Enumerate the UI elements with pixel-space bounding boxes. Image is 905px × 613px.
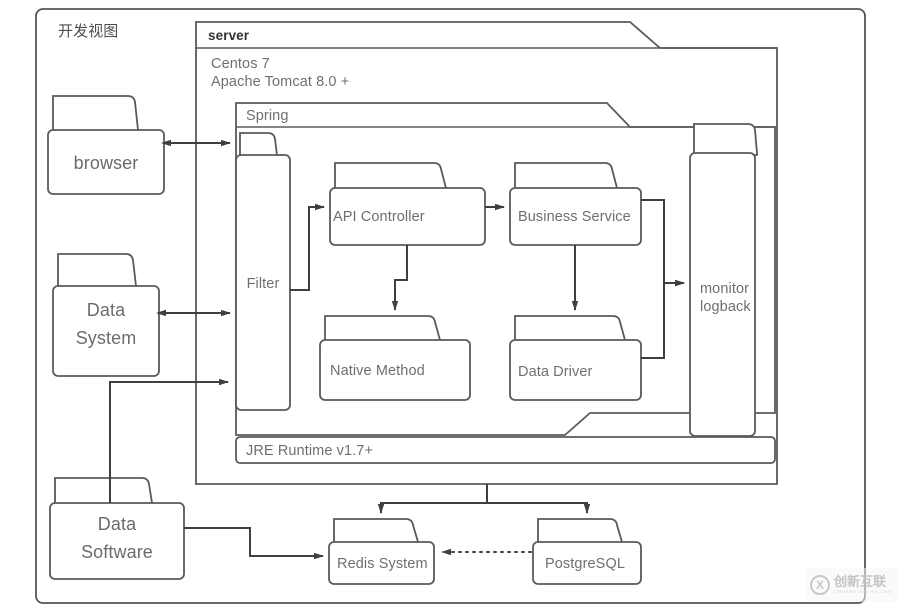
- watermark-text-group: 创新互联 CHUANG XIN HU LIAN: [834, 575, 892, 595]
- node-api-controller-label: API Controller: [333, 209, 425, 225]
- node-filter: [235, 132, 291, 411]
- server-line-centos: Centos 7: [211, 56, 270, 72]
- spring-container-label: Spring: [246, 108, 289, 124]
- node-data-driver: [509, 315, 642, 401]
- node-business-service-label: Business Service: [518, 209, 631, 225]
- node-native-method-label: Native Method: [330, 363, 425, 379]
- node-monitor-label-2: logback: [700, 299, 751, 315]
- watermark-logo-icon: X: [810, 575, 830, 595]
- diagram-title: 开发视图: [58, 23, 119, 40]
- node-postgresql-label: PostgreSQL: [545, 556, 625, 572]
- node-data-system-label-1: Data: [86, 300, 126, 320]
- node-data-driver-label: Data Driver: [518, 364, 593, 380]
- edge-server-postgres: [487, 502, 591, 514]
- server-container-label: server: [208, 28, 250, 43]
- edge-server-redis: [377, 502, 487, 514]
- watermark-sub-text: CHUANG XIN HU LIAN: [834, 589, 893, 595]
- diagram-canvas: 开发视图 server Centos 7 Apache Tomcat 8.0 +…: [0, 0, 905, 613]
- node-data-software-label-2: Software: [81, 542, 153, 562]
- server-line-tomcat: Apache Tomcat 8.0 +: [211, 74, 350, 90]
- node-redis-label: Redis System: [337, 556, 428, 572]
- node-data-software-label-1: Data: [97, 514, 137, 534]
- watermark: X 创新互联 CHUANG XIN HU LIAN: [806, 568, 898, 602]
- node-filter-label: Filter: [246, 276, 280, 292]
- edge-datasoftware-redis: [184, 527, 324, 560]
- node-browser: [47, 95, 165, 195]
- watermark-main-text: 创新互联: [834, 574, 887, 590]
- jre-runtime-label: JRE Runtime v1.7+: [246, 443, 374, 459]
- node-data-system-label-2: System: [75, 328, 137, 348]
- node-monitor-label-1: monitor: [700, 281, 750, 297]
- node-browser-label: browser: [73, 153, 139, 173]
